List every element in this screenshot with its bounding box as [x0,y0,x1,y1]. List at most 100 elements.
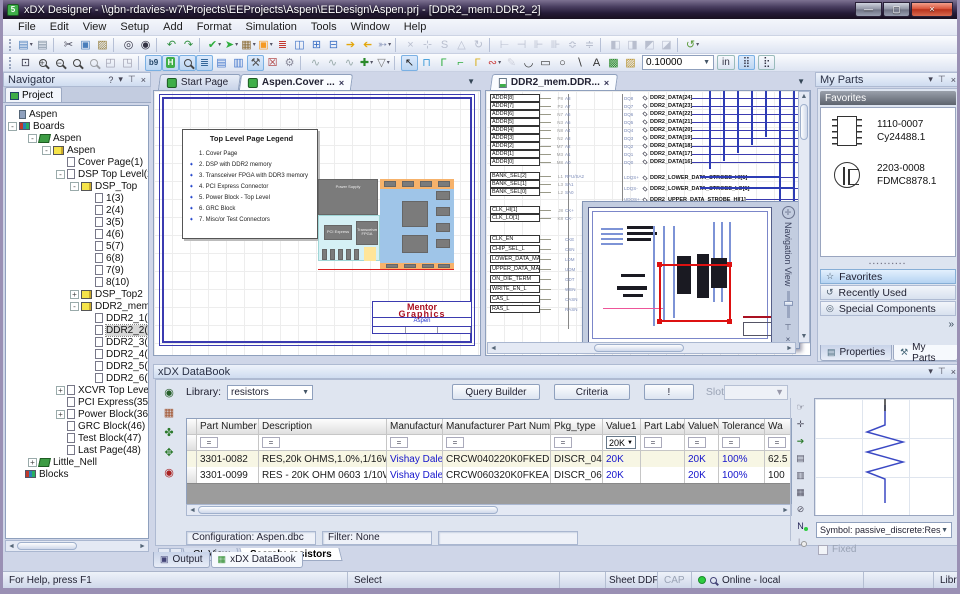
tree-item[interactable]: + Little_Nell [6,456,148,468]
tree-expander[interactable] [56,398,65,407]
navigation-thumbnail[interactable] [588,207,772,343]
tree-expander[interactable] [84,218,93,227]
legend-item[interactable]: ➧ 1. Cover Page [189,149,314,158]
tree-item[interactable]: - Aspen [6,144,148,156]
filter-operator[interactable]: = [390,437,408,448]
more-chevron-icon[interactable]: » [948,319,954,330]
undo-button[interactable]: ↶ [163,37,180,53]
document-tab[interactable]: Start Page [158,74,242,90]
maximize-button[interactable]: ▢ [883,2,910,17]
db-erase-icon[interactable]: ⊘ [797,504,805,515]
cut-button[interactable]: ✂ [60,37,77,53]
menu-item[interactable]: Setup [113,20,156,34]
minimize-button[interactable]: — [855,2,882,17]
column-header[interactable]: Manufacturer Part Number [443,419,551,435]
tree-item[interactable]: - DSP_Top [6,180,148,192]
table-hscrollbar[interactable]: ◄ ► [186,504,792,516]
scroll-left-icon[interactable]: ◄ [187,507,198,514]
units-button[interactable]: in [717,55,735,70]
tree-expander[interactable] [84,326,93,335]
tree-item[interactable]: DDR2_2(20) [6,324,148,336]
tree-item[interactable]: Cover Page(1) [6,156,148,168]
sheet-icon[interactable]: ▤ [213,55,230,71]
text-icon[interactable]: A [588,55,605,71]
close-icon[interactable]: × [141,75,146,85]
menu-item[interactable]: Simulation [239,20,304,34]
legend-item[interactable]: ➧ 6. GRC Block [189,204,314,213]
connector-icon[interactable]: ∾ [486,55,503,71]
view-window-button[interactable]: ◫ [291,37,308,53]
online-status[interactable]: Online - local [692,572,864,588]
image2-icon[interactable]: ▨ [622,55,639,71]
legend-item[interactable]: ➧ 3. Transceiver FPGA with DDR3 memory [189,171,314,180]
close-icon[interactable]: × [339,78,344,88]
zoom-in-icon[interactable] [34,55,51,71]
fixed-checkbox[interactable]: Fixed [818,544,856,555]
my-parts-section[interactable]: ☆ Favorites [820,269,956,284]
my-parts-section[interactable]: ↺ Recently Used [820,285,956,300]
close-icon[interactable]: × [951,75,956,85]
tree-expander[interactable] [84,206,93,215]
tree-expander[interactable]: + [56,386,65,395]
pan-prev-icon[interactable]: ◰ [102,55,119,71]
column-header[interactable]: Wa [765,419,792,435]
panel-splitter[interactable]: ▪▪▪▪▪▪▪▪▪▪ [820,261,956,267]
toolbar-icon[interactable] [394,56,399,70]
zoom-full-icon[interactable]: ⊡ [17,55,34,71]
tree-expander[interactable]: - [70,302,79,311]
close-button[interactable]: × [911,2,953,17]
stretch-icon[interactable]: S [436,37,453,53]
tree-item[interactable]: 2(4) [6,204,148,216]
scroll-left-icon[interactable]: ◄ [488,345,499,352]
pin-icon[interactable]: ⊤ [938,366,946,377]
run-button[interactable]: ➤ [223,37,240,53]
package-button[interactable]: ▦ [240,37,257,53]
image-icon[interactable]: ▩ [605,55,622,71]
my-parts-section[interactable]: ◎ Special Components [820,301,956,316]
panel-tab[interactable]: ▤ Properties [820,345,892,361]
column-header[interactable]: Pkg_type [551,419,603,435]
menu-item[interactable]: File [11,20,43,34]
net-row[interactable]: ADDR[8] P8 A8 [490,94,602,102]
tree-expander[interactable]: - [56,170,65,179]
toolbar-icon[interactable] [489,38,494,52]
tree-expander[interactable] [84,374,93,383]
pin-icon[interactable]: ⊤ [938,74,946,85]
view-sheet-button[interactable]: ⊟ [325,37,342,53]
net2-icon[interactable]: ∿ [324,55,341,71]
tree-item[interactable]: Test Block(47) [6,432,148,444]
pane-vscrollbar[interactable]: ▲ ▼ [798,91,810,343]
toggle-zoom-icon[interactable] [179,55,196,71]
pane-hscrollbar[interactable]: ◄ ► [487,342,796,354]
scroll-right-icon[interactable]: ► [784,345,795,352]
tree-item[interactable]: - Aspen [6,132,148,144]
distribute-v-icon[interactable]: ≎ [564,37,581,53]
group-icon[interactable]: ◩ [641,37,658,53]
menu-item[interactable]: Tools [304,20,344,34]
checkbox-icon[interactable] [818,545,828,555]
filter-operator[interactable]: = [200,437,218,448]
toolbar-icon[interactable] [156,38,161,52]
pin-icon[interactable]: ⊤ [785,323,792,332]
menu-item[interactable]: View [76,20,114,34]
menu-item[interactable]: Format [190,20,239,34]
library-select[interactable]: resistors ▼ [227,385,313,400]
tree-expander[interactable] [14,470,23,479]
menu-item[interactable]: Add [156,20,190,34]
net-row[interactable]: ADDR[2] M7 A2 [490,142,602,150]
pan-next-icon[interactable]: ◳ [119,55,136,71]
cover-page-canvas[interactable]: Top Level Page Legend ➧ 1. Cover Page ➧ … [153,90,481,356]
compass-icon[interactable]: ✛ [782,206,795,219]
filter-operator[interactable]: = [446,437,464,448]
tree-expander[interactable]: - [70,182,79,191]
panel-tab[interactable]: ⚒ My Parts [893,345,958,361]
close-icon[interactable]: × [951,367,956,377]
document-tab[interactable]: Aspen.Cover ... × [239,74,353,90]
tree-item[interactable]: 5(7) [6,240,148,252]
tree-expander[interactable] [84,314,93,323]
space-evenly-icon[interactable]: ≑ [581,37,598,53]
cross-probe-icon[interactable]: ☒ [264,55,281,71]
chevron-down-icon[interactable]: ▾ [928,74,933,85]
filter-operator[interactable]: = [554,437,572,448]
db-place-symbol-icon[interactable]: ✥ [164,446,173,459]
